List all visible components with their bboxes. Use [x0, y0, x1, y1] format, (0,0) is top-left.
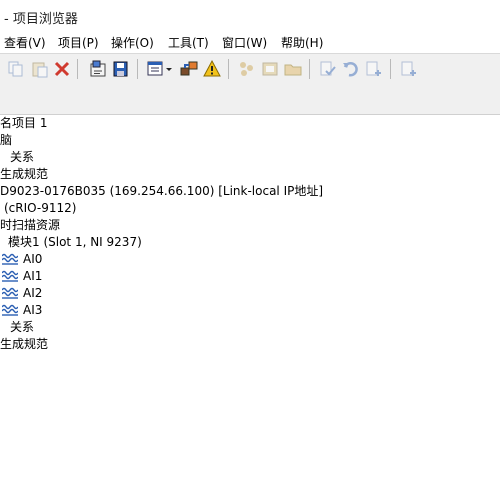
tree-item-ai1[interactable]: AI1	[23, 268, 42, 285]
tree-item-target-build-specs[interactable]: 生成规范	[0, 336, 48, 353]
toolbar-separator	[390, 59, 391, 79]
window-title: - 项目浏览器	[4, 12, 78, 27]
chevron-down-icon[interactable]	[164, 59, 174, 79]
toolbar-separator	[309, 59, 310, 79]
delete-icon[interactable]	[52, 59, 72, 79]
menu-bar: 查看(V) 项目(P) 操作(O) 工具(T) 窗口(W) 帮助(H)	[0, 33, 500, 53]
tree-item-ai3[interactable]: AI3	[23, 302, 42, 319]
tree-item-ai2[interactable]: AI2	[23, 285, 42, 302]
add-to-source-control-icon[interactable]	[364, 59, 384, 79]
tree-item-computer[interactable]: 脑	[0, 132, 12, 149]
toolbar-separator	[77, 59, 78, 79]
build-spec-icon[interactable]	[260, 59, 280, 79]
open-build-icon[interactable]	[283, 59, 303, 79]
tree-item-dependencies[interactable]: 关系	[10, 149, 34, 166]
menu-window[interactable]: 窗口(W)	[220, 35, 269, 51]
build-icon[interactable]	[237, 59, 257, 79]
copy-icon[interactable]	[6, 59, 26, 79]
undo-checkout-icon[interactable]	[341, 59, 361, 79]
deploy-icon[interactable]	[179, 59, 199, 79]
analog-channel-icon	[2, 304, 18, 316]
checkout-icon[interactable]	[318, 59, 338, 79]
tree-item-project-root[interactable]: 名项目 1	[0, 115, 47, 132]
tree-item-ai0[interactable]: AI0	[23, 251, 42, 268]
tree-item-module1[interactable]: 模块1 (Slot 1, NI 9237)	[8, 234, 142, 251]
save-all-icon[interactable]	[111, 59, 131, 79]
warning-icon[interactable]	[202, 59, 222, 79]
analog-channel-icon	[2, 270, 18, 282]
menu-tools[interactable]: 工具(T)	[166, 35, 211, 51]
title-bar: - 项目浏览器	[0, 0, 500, 34]
add-file-icon[interactable]	[399, 59, 419, 79]
secondary-toolbar	[0, 84, 500, 115]
view-options-icon[interactable]	[146, 59, 166, 79]
menu-help[interactable]: 帮助(H)	[279, 35, 325, 51]
tree-item-scan-resources[interactable]: 时扫描资源	[0, 217, 60, 234]
tree-item-chassis[interactable]: (cRIO-9112)	[4, 200, 77, 217]
toolbar-separator	[228, 59, 229, 79]
paste-icon[interactable]	[30, 59, 50, 79]
project-tree: 名项目 1 脑 关系 生成规范 D9023-0176B035 (169.254.…	[0, 115, 500, 500]
analog-channel-icon	[2, 253, 18, 265]
properties-icon[interactable]	[88, 59, 108, 79]
menu-project[interactable]: 项目(P)	[56, 35, 101, 51]
menu-view[interactable]: 查看(V)	[2, 35, 48, 51]
main-toolbar	[0, 53, 500, 85]
tree-item-target-device[interactable]: D9023-0176B035 (169.254.66.100) [Link-lo…	[0, 183, 323, 200]
toolbar-separator	[137, 59, 138, 79]
menu-operate[interactable]: 操作(O)	[109, 35, 156, 51]
tree-item-build-specs[interactable]: 生成规范	[0, 166, 48, 183]
analog-channel-icon	[2, 287, 18, 299]
tree-item-target-dependencies[interactable]: 关系	[10, 319, 34, 336]
